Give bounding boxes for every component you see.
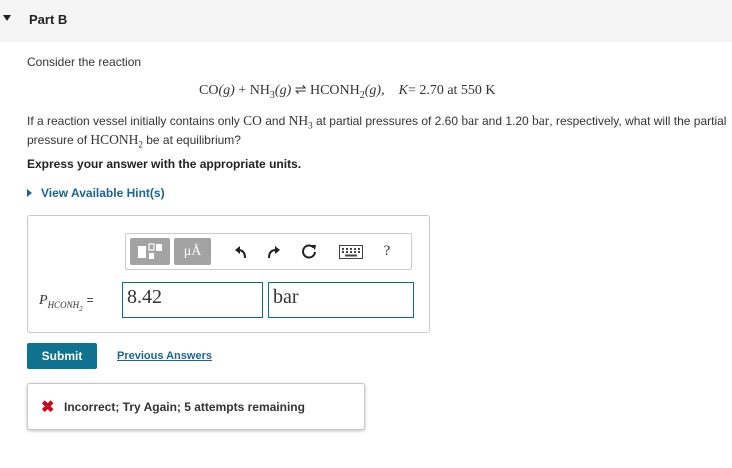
help-icon: ? (383, 243, 391, 259)
undo-icon (235, 245, 246, 258)
feedback-box: ✖ Incorrect; Try Again; 5 attempts remai… (27, 383, 365, 430)
submit-button[interactable]: Submit (27, 343, 97, 369)
units-button[interactable]: μÅ (174, 238, 211, 265)
reaction-equation: CO(g) + NH3(g) ⇌ HCONH2(g), K= 2.70 at 5… (199, 83, 496, 101)
keyboard-icon (339, 244, 363, 259)
part-title: Part B (29, 12, 68, 27)
collapse-triangle-icon[interactable] (3, 15, 11, 21)
answer-panel: μÅ ? PHCONH2= 8.42 bar (27, 215, 430, 333)
part-header[interactable]: Part B (0, 0, 732, 42)
help-button[interactable]: ? (377, 238, 397, 265)
previous-answers-link[interactable]: Previous Answers (117, 350, 212, 362)
keyboard-button[interactable] (338, 238, 364, 265)
redo-button[interactable] (263, 238, 285, 265)
instruction-text: Express your answer with the appropriate… (27, 157, 302, 171)
feedback-message: Incorrect; Try Again; 5 attempts remaini… (64, 399, 305, 414)
answer-value-input[interactable]: 8.42 (122, 282, 263, 318)
units-icon: μÅ (183, 243, 202, 259)
prompt-intro: Consider the reaction (27, 55, 142, 69)
templates-button[interactable] (130, 238, 170, 265)
templates-icon (138, 242, 162, 259)
reset-icon (302, 244, 316, 258)
view-hints-link[interactable]: View Available Hint(s) (27, 186, 165, 200)
math-toolbar: μÅ ? (125, 233, 412, 270)
variable-label: PHCONH2= (39, 293, 94, 313)
reset-button[interactable] (298, 238, 320, 265)
question-text: If a reaction vessel initially contains … (27, 113, 727, 150)
answer-unit-input[interactable]: bar (268, 282, 414, 318)
expand-triangle-icon (27, 189, 32, 197)
undo-button[interactable] (230, 238, 252, 265)
error-x-icon: ✖ (41, 398, 55, 416)
redo-icon (268, 245, 280, 258)
